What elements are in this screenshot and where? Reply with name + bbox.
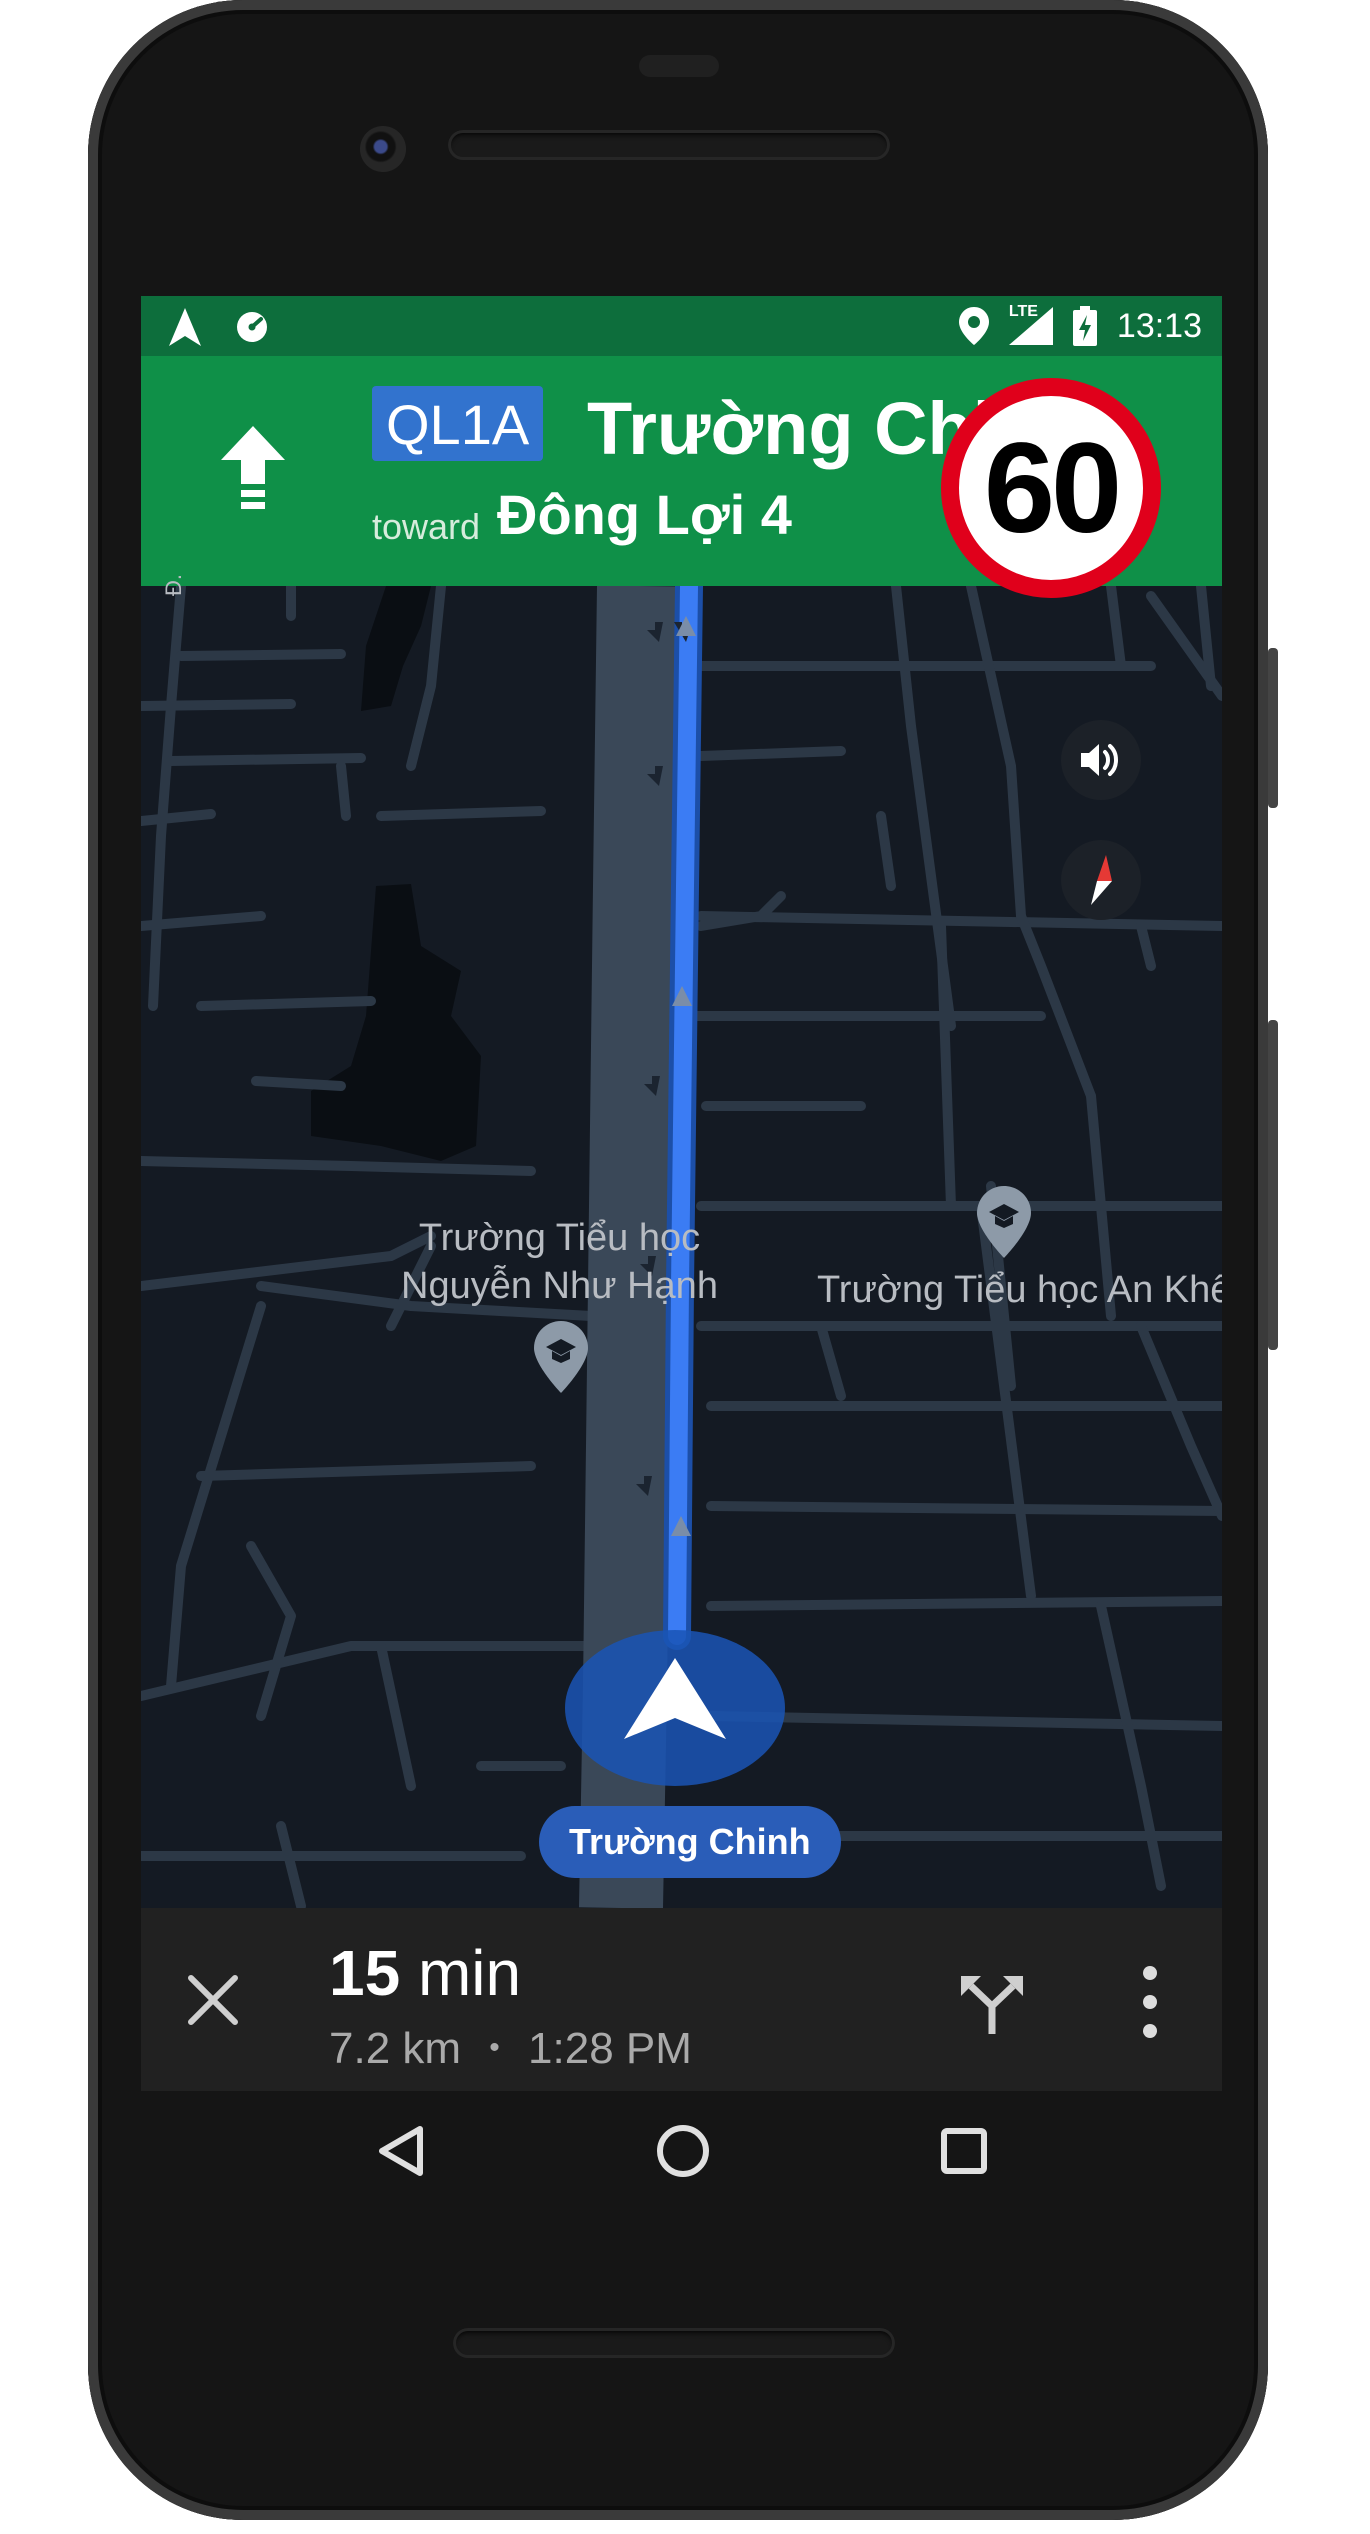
compass-button[interactable] (1061, 840, 1141, 920)
place-label-line: Nguyễn Như Hạnh (401, 1265, 718, 1307)
road-edge-label: Đ. (161, 574, 186, 596)
lte-label: LTE (1008, 303, 1038, 320)
trip-separator: • (489, 2031, 500, 2064)
navigation-arrow-icon (169, 308, 201, 346)
straight-arrow-icon (221, 426, 285, 509)
current-street-chip: Trường Chinh (539, 1806, 841, 1878)
earpiece (639, 55, 719, 77)
speedometer-icon (237, 312, 267, 342)
dot (1143, 2024, 1157, 2038)
back-icon[interactable] (376, 2123, 426, 2179)
sound-button[interactable] (1061, 720, 1141, 800)
location-pin-icon (958, 307, 989, 345)
recents-icon[interactable] (940, 2127, 988, 2175)
sound-icon (1081, 744, 1118, 776)
bottom-speaker (453, 2328, 895, 2358)
volume-button (1268, 1020, 1278, 1350)
lte-signal-icon: LTE (1008, 303, 1053, 345)
school-pin-icon[interactable] (534, 1321, 588, 1393)
system-nav-bar (141, 2091, 1222, 2211)
arrival-time: 1:28 PM (528, 2024, 692, 2073)
dot (1143, 1995, 1157, 2009)
home-icon[interactable] (655, 2123, 711, 2179)
front-camera (360, 126, 406, 172)
eta-unit: min (417, 1937, 522, 2009)
toward-label: toward (372, 506, 481, 547)
trip-summary-bar[interactable]: 15 min 7.2 km • 1:28 PM (141, 1908, 1222, 2091)
place-label-school-1[interactable]: Trường Tiểu học Nguyễn Như Hạnh (401, 1214, 718, 1310)
screen: LTE 13:13 QL1A Trường Chinh toward Đông … (141, 296, 1222, 2091)
alternate-routes-icon[interactable] (957, 1968, 1027, 2038)
close-icon[interactable] (183, 1970, 243, 2030)
eta: 15 min (329, 1936, 521, 2010)
eta-value: 15 (329, 1937, 401, 2009)
trip-info: 7.2 km • 1:28 PM (329, 2024, 692, 2074)
status-time: 13:13 (1116, 306, 1202, 345)
map-view[interactable]: Trường Tiểu học Nguyễn Như Hạnh Trường T… (141, 572, 1222, 1911)
dot (1143, 1966, 1157, 1980)
route-badge: QL1A (372, 386, 544, 461)
trip-distance: 7.2 km (329, 2024, 462, 2073)
place-label-school-2[interactable]: Trường Tiểu học An Khê (817, 1269, 1222, 1312)
toward-destination: Đông Lợi 4 (497, 483, 792, 546)
compass-icon (1091, 855, 1112, 905)
speed-limit-sign: 60 (941, 378, 1161, 598)
school-pin-icon[interactable] (977, 1186, 1031, 1258)
place-label-line: Trường Tiểu học (418, 1217, 701, 1259)
battery-charging-icon (1072, 306, 1097, 346)
more-vert-icon[interactable] (1135, 1966, 1165, 2038)
power-button (1268, 648, 1278, 808)
status-bar: LTE 13:13 (141, 296, 1222, 356)
top-speaker (448, 130, 890, 160)
